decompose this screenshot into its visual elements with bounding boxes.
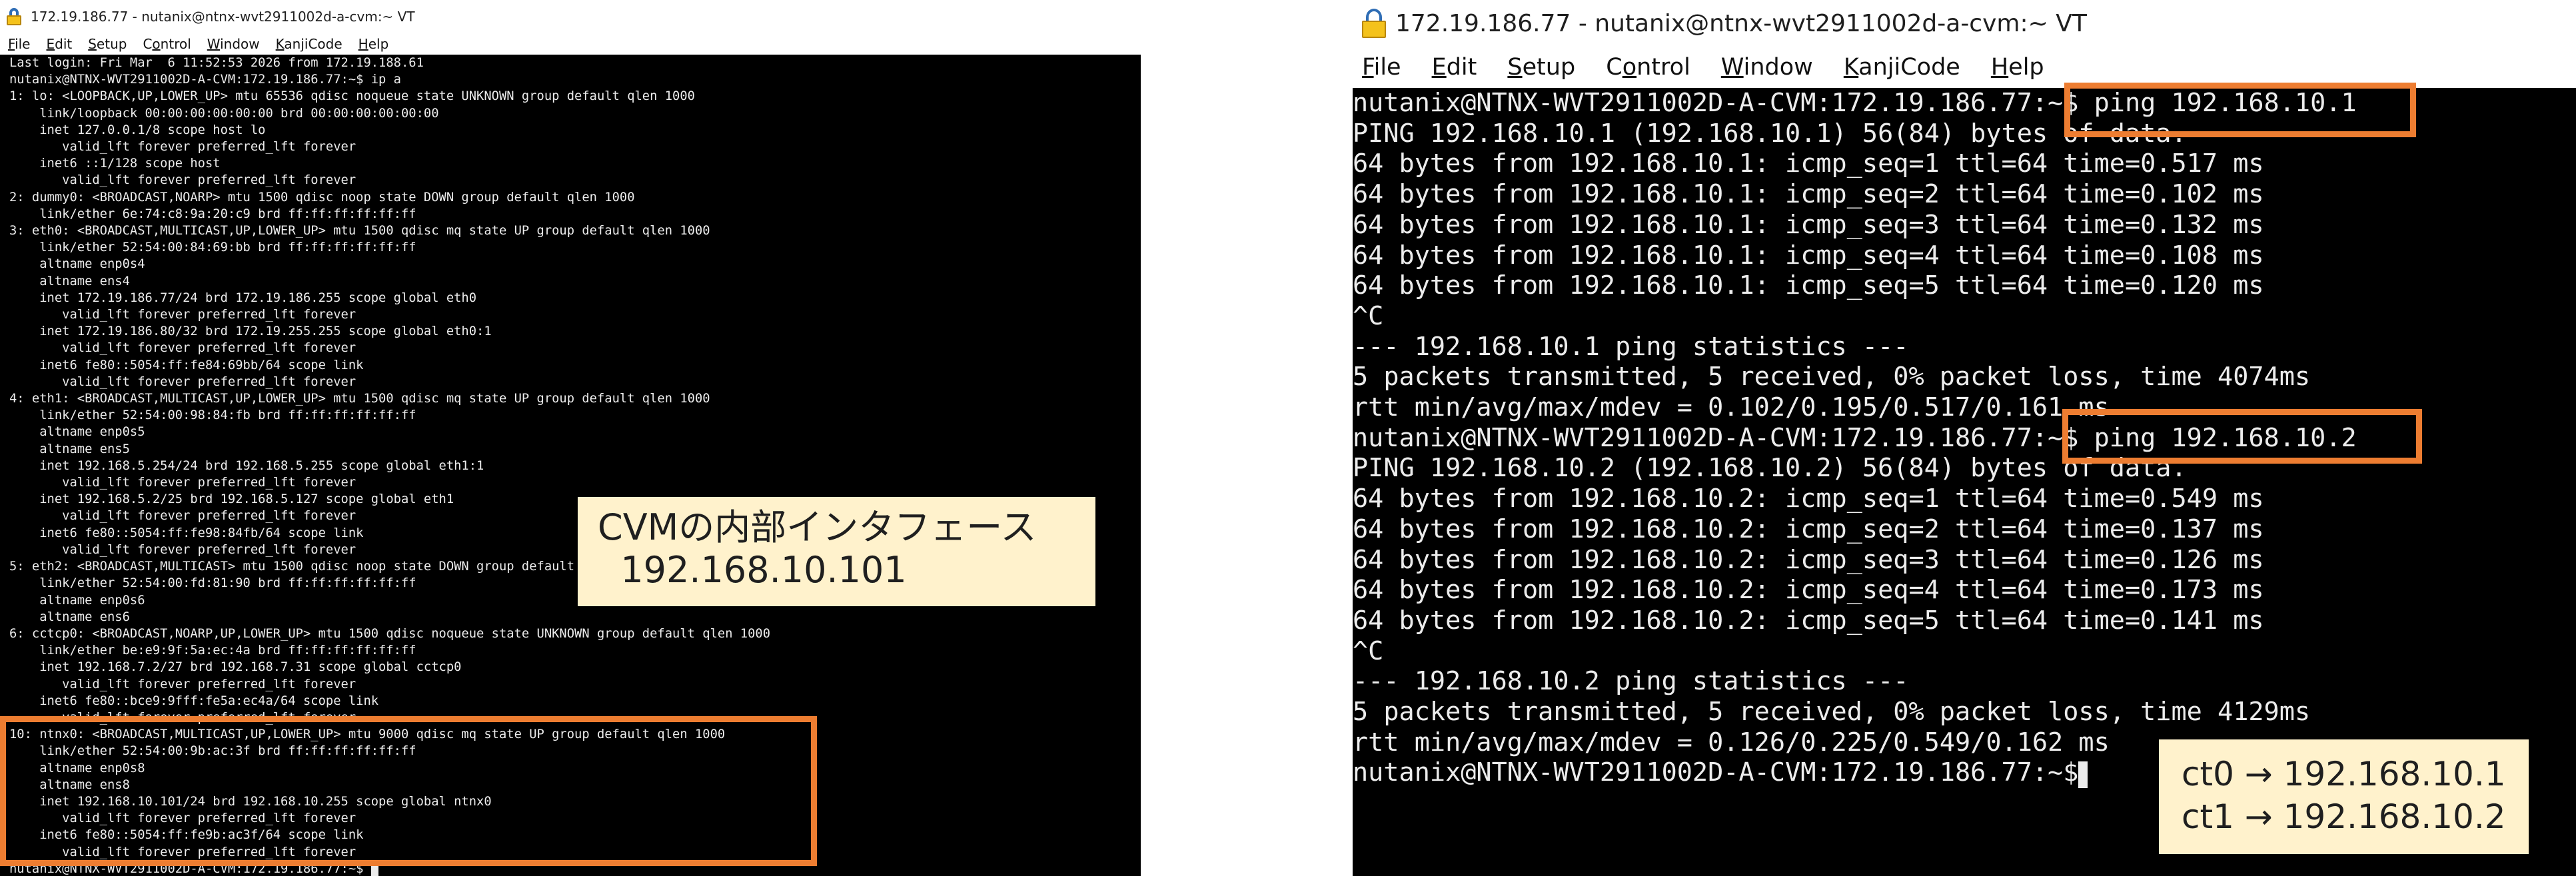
title-bar[interactable]: 172.19.186.77 - nutanix@ntnx-wvt2911002d… xyxy=(1353,0,2576,47)
terminal-line: 64 bytes from 192.168.10.2: icmp_seq=5 t… xyxy=(1353,605,2264,636)
terminal-line: 3: eth0: <BROADCAST,MULTICAST,UP,LOWER_U… xyxy=(9,224,710,238)
terminal-line: link/ether 6e:74:c8:9a:20:c9 brd ff:ff:f… xyxy=(9,207,416,221)
terminal-line: 5 packets transmitted, 5 received, 0% pa… xyxy=(1353,697,2311,727)
menu-control[interactable]: Control xyxy=(1606,54,1690,81)
terminal-line: nutanix@NTNX-WVT2911002D-A-CVM:172.19.18… xyxy=(9,73,401,87)
terminal-line: valid_lft forever preferred_lft forever xyxy=(9,341,356,356)
menu-kanjicode[interactable]: KanjiCode xyxy=(1844,54,1960,81)
terminal-line: valid_lft forever preferred_lft forever xyxy=(9,140,356,155)
highlight-ping-10-1 xyxy=(2064,83,2416,137)
menu-help[interactable]: Help xyxy=(358,36,389,52)
terminal-line: link/ether 52:54:00:98:84:fb brd ff:ff:f… xyxy=(9,408,416,423)
terminal-line: valid_lft forever preferred_lft forever xyxy=(9,374,356,389)
menu-file[interactable]: File xyxy=(8,36,30,52)
menu-help[interactable]: Help xyxy=(1991,54,2044,81)
menu-edit[interactable]: Edit xyxy=(46,36,72,52)
terminal-line: inet 192.168.7.2/27 brd 192.168.7.31 sco… xyxy=(9,660,462,675)
window-title: 172.19.186.77 - nutanix@ntnx-wvt2911002d… xyxy=(31,9,415,25)
callout-line: CVMの内部インタフェース xyxy=(598,506,1037,548)
terminal-line: 64 bytes from 192.168.10.2: icmp_seq=1 t… xyxy=(1353,484,2264,514)
menu-window[interactable]: Window xyxy=(207,36,260,52)
terminal-line: valid_lft forever preferred_lft forever xyxy=(9,677,356,691)
terminal-line: 64 bytes from 192.168.10.2: icmp_seq=2 t… xyxy=(1353,514,2264,544)
terminal-line: inet 192.168.5.254/24 brd 192.168.5.255 … xyxy=(9,458,484,473)
callout-controller-ips: ct0 → 192.168.10.1 ct1 → 192.168.10.2 xyxy=(2159,739,2529,854)
terminal-line: link/loopback 00:00:00:00:00:00 brd 00:0… xyxy=(9,106,439,121)
menu-kanjicode[interactable]: KanjiCode xyxy=(276,36,342,52)
menu-control[interactable]: Control xyxy=(143,36,191,52)
menu-bar: File Edit Setup Control Window KanjiCode… xyxy=(1353,47,2576,88)
terminal-line: 2: dummy0: <BROADCAST,NOARP> mtu 1500 qd… xyxy=(9,190,635,205)
terminal-line: 1: lo: <LOOPBACK,UP,LOWER_UP> mtu 65536 … xyxy=(9,89,695,104)
terminal-line: 5 packets transmitted, 5 received, 0% pa… xyxy=(1353,362,2311,392)
terminal-line: altname ens6 xyxy=(9,610,130,624)
terminal-line: 64 bytes from 192.168.10.2: icmp_seq=3 t… xyxy=(1353,544,2264,575)
highlight-ntnx0-block xyxy=(0,716,817,866)
terminal-line: altname enp0s5 xyxy=(9,425,145,440)
lock-icon xyxy=(7,8,21,25)
terminal-line: valid_lft forever preferred_lft forever xyxy=(9,308,356,322)
terminal-line: altname enp0s4 xyxy=(9,257,145,272)
terminal-line: valid_lft forever preferred_lft forever xyxy=(9,173,356,188)
terminal-line: 64 bytes from 192.168.10.1: icmp_seq=2 t… xyxy=(1353,179,2264,210)
terminal-line: inet 127.0.0.1/8 scope host lo xyxy=(9,123,266,137)
terminal-line: ^C xyxy=(1353,636,1384,666)
terminal-line: valid_lft forever preferred_lft forever xyxy=(9,476,356,490)
terminal-line: inet 172.19.186.77/24 brd 172.19.186.255… xyxy=(9,290,477,305)
terminal-line: 4: eth1: <BROADCAST,MULTICAST,UP,LOWER_U… xyxy=(9,392,710,406)
menu-file[interactable]: File xyxy=(1362,54,1401,81)
terminal-line: altname ens5 xyxy=(9,442,130,456)
terminal-line: altname ens4 xyxy=(9,274,130,288)
callout-line: ct0 → 192.168.10.1 xyxy=(2182,755,2506,793)
terminal-line: 64 bytes from 192.168.10.2: icmp_seq=4 t… xyxy=(1353,575,2264,606)
terminal-line: 64 bytes from 192.168.10.1: icmp_seq=4 t… xyxy=(1353,240,2264,270)
menu-setup[interactable]: Setup xyxy=(88,36,127,52)
terminal-line: inet 172.19.186.80/32 brd 172.19.255.255… xyxy=(9,324,492,339)
text-cursor xyxy=(2078,761,2088,789)
terminal-line: --- 192.168.10.1 ping statistics --- xyxy=(1353,331,1909,362)
terminal-line: link/ether be:e9:9f:5a:ec:4a brd ff:ff:f… xyxy=(9,644,416,658)
terminal-line: 6: cctcp0: <BROADCAST,NOARP,UP,LOWER_UP>… xyxy=(9,626,771,641)
title-bar[interactable]: 172.19.186.77 - nutanix@ntnx-wvt2911002d… xyxy=(0,0,1141,33)
callout-line: ct1 → 192.168.10.2 xyxy=(2182,797,2506,836)
terminal-line: inet6 fe80::bce9:9fff:fe5a:ec4a/64 scope… xyxy=(9,693,379,708)
terminal-line: inet6 ::1/128 scope host xyxy=(9,157,221,171)
terminal-line: --- 192.168.10.2 ping statistics --- xyxy=(1353,666,1909,697)
terminal-line: link/ether 52:54:00:84:69:bb brd ff:ff:f… xyxy=(9,240,416,255)
menu-window[interactable]: Window xyxy=(1721,54,1813,81)
highlight-ping-10-2 xyxy=(2062,409,2422,464)
terminal-line: 64 bytes from 192.168.10.1: icmp_seq=1 t… xyxy=(1353,149,2264,179)
menu-bar: File Edit Setup Control Window KanjiCode… xyxy=(0,33,1141,55)
terminal-line: Last login: Fri Mar 6 11:52:53 2026 from… xyxy=(9,56,424,70)
lock-icon xyxy=(1362,9,1386,38)
terminal-line: inet6 fe80::5054:ff:fe84:69bb/64 scope l… xyxy=(9,358,364,372)
terminal-line: 64 bytes from 192.168.10.1: icmp_seq=5 t… xyxy=(1353,270,2264,301)
menu-edit[interactable]: Edit xyxy=(1432,54,1477,81)
menu-setup[interactable]: Setup xyxy=(1507,54,1575,81)
terminal-line: 64 bytes from 192.168.10.1: icmp_seq=3 t… xyxy=(1353,209,2264,240)
terminal-line: ^C xyxy=(1353,300,1384,331)
callout-cvm-interface: CVMの内部インタフェース 192.168.10.101 xyxy=(578,497,1095,606)
window-title: 172.19.186.77 - nutanix@ntnx-wvt2911002d… xyxy=(1395,9,2087,37)
callout-line: 192.168.10.101 xyxy=(598,549,907,591)
